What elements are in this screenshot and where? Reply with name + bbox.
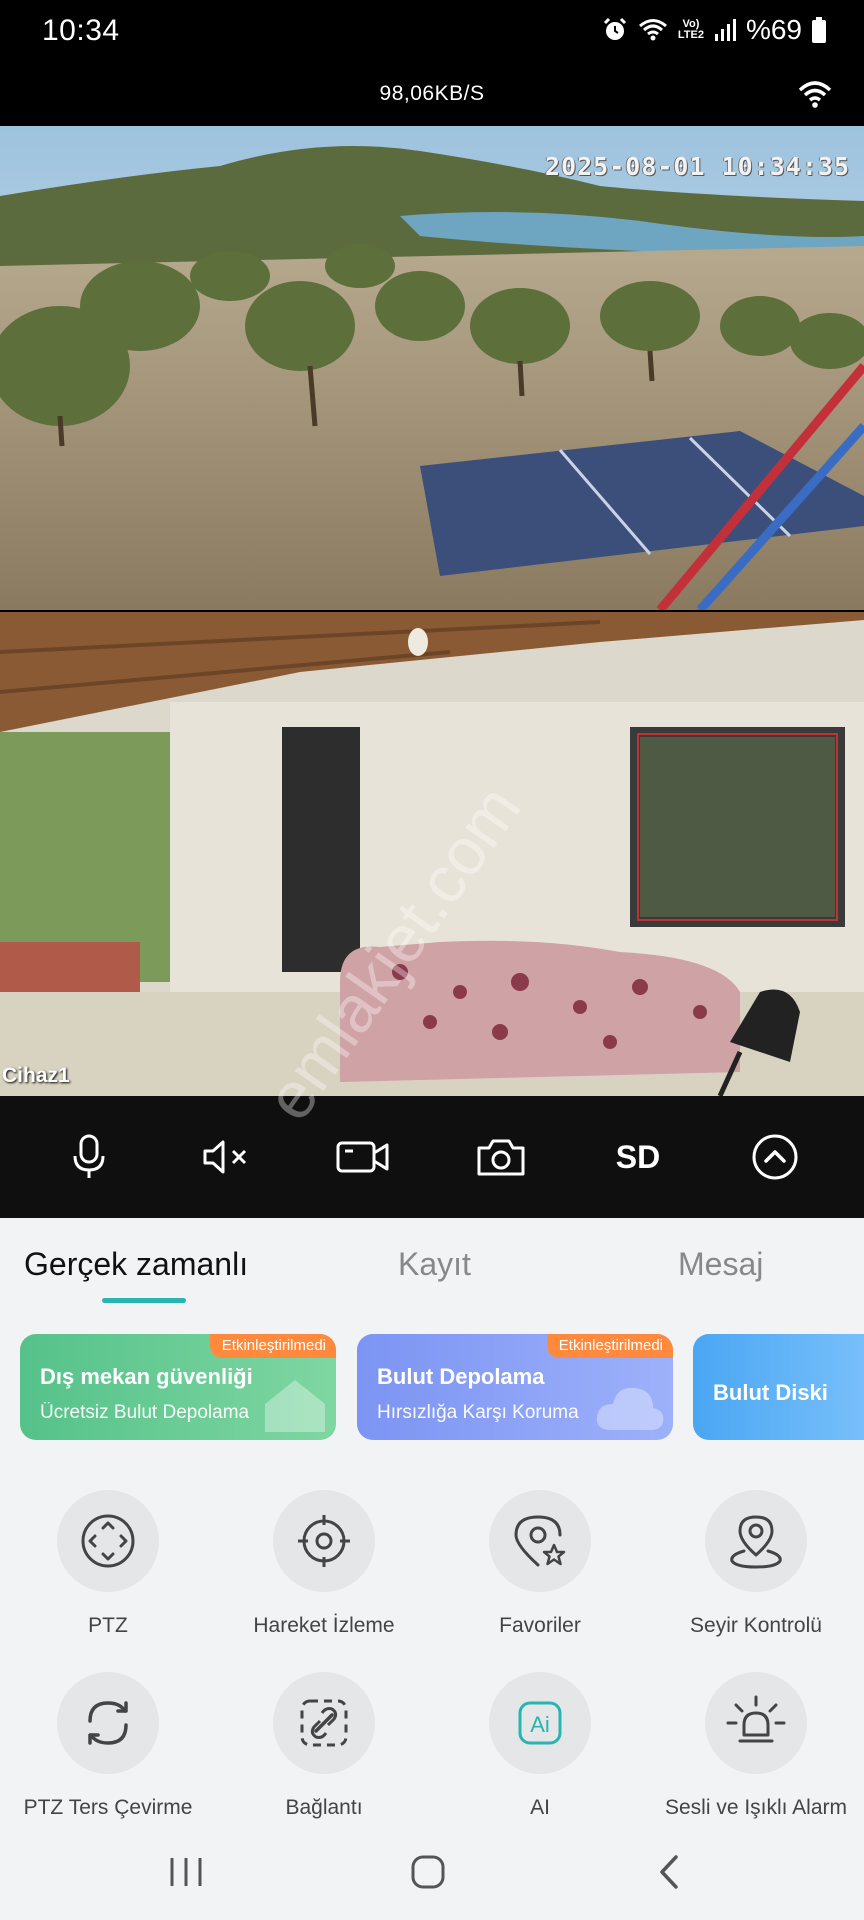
house-icon [265, 1380, 325, 1432]
home-icon [411, 1855, 445, 1889]
feature-ptz[interactable]: PTZ [0, 1490, 216, 1638]
stream-speed: 98,06KB/S [379, 82, 485, 105]
status-badge: Etkinleştirilmedi [546, 1334, 673, 1358]
feature-label: Seyir Kontrolü [690, 1614, 822, 1637]
network-type: Vo) LTE2 [677, 18, 704, 41]
location-star-icon [514, 1515, 566, 1567]
feature-label: Hareket İzleme [253, 1614, 395, 1637]
promo-subtitle: Ücretsiz Bulut Depolama [40, 1402, 250, 1423]
camera-feed-top[interactable]: 2025-08-01 10:34:35 [0, 126, 864, 610]
link-icon [300, 1699, 348, 1747]
ptz-icon [81, 1514, 135, 1568]
wifi-status-icon [638, 18, 668, 42]
snapshot-button[interactable] [461, 1117, 541, 1197]
promo-title: Bulut Depolama [377, 1364, 545, 1389]
promo-title: Bulut Diski [713, 1380, 828, 1405]
feature-panel: Gerçek zamanlı Kayıt Mesaj Etkinleştiril… [0, 1218, 864, 1820]
camera-feed-bottom[interactable]: Cihaz1 [0, 612, 864, 1096]
feature-label: PTZ Ters Çevirme [23, 1796, 193, 1819]
battery-percent: %69 [745, 14, 802, 45]
feature-label: AI [530, 1796, 550, 1819]
tab-recording[interactable]: Kayıt [398, 1246, 471, 1283]
back-icon [660, 1855, 678, 1889]
feature-cruise-control[interactable]: Seyir Kontrolü [648, 1490, 864, 1638]
feature-label: Favoriler [499, 1614, 581, 1637]
promo-title: Dış mekan güvenliği [40, 1364, 253, 1389]
tab-bar: Gerçek zamanlı Kayıt Mesaj [0, 1218, 864, 1304]
bulb-alarm-icon [726, 1695, 786, 1743]
feature-motion-tracking[interactable]: Hareket İzleme [216, 1490, 432, 1638]
feature-sound-light-alarm[interactable]: Sesli ve Işıklı Alarm [648, 1672, 864, 1820]
chevron-up-circle-icon [752, 1134, 798, 1180]
rotate-icon [88, 1701, 128, 1745]
expand-button[interactable] [735, 1117, 815, 1197]
svg-text:Ai: Ai [530, 1712, 550, 1737]
record-video-button[interactable] [323, 1117, 403, 1197]
status-icons: Vo) LTE2 %69 [602, 14, 826, 46]
recent-apps-button[interactable] [156, 1850, 216, 1894]
stream-info-bar: 98,06KB/S [0, 66, 864, 126]
speaker-mute-icon [203, 1140, 247, 1174]
promo-cards: Etkinleştirilmedi Dış mekan güvenliği Üc… [0, 1334, 864, 1440]
back-button[interactable] [640, 1850, 700, 1894]
promo-card-cloud-disk[interactable]: Bulut Diski [693, 1334, 864, 1440]
camera-timestamp: 2025-08-01 10:34:35 [545, 152, 850, 181]
microphone-button[interactable] [49, 1117, 129, 1197]
video-camera-icon [336, 1141, 389, 1173]
feature-ai[interactable]: Ai AI [432, 1672, 648, 1820]
feature-label: Sesli ve Işıklı Alarm [664, 1796, 848, 1819]
tab-realtime[interactable]: Gerçek zamanlı [24, 1246, 248, 1283]
mute-button[interactable] [186, 1117, 266, 1197]
promo-subtitle: Hırsızlığa Karşı Koruma [377, 1402, 579, 1423]
battery-icon [812, 17, 826, 43]
camera-icon [477, 1139, 525, 1176]
map-pin-icon [730, 1515, 782, 1569]
feature-favorites[interactable]: Favoriler [432, 1490, 648, 1638]
camera-wifi-icon [798, 80, 832, 113]
recent-apps-icon [170, 1858, 202, 1886]
device-label: Cihaz1 [2, 1064, 70, 1087]
status-badge: Etkinleştirilmedi [209, 1334, 336, 1358]
feature-label: Bağlantı [285, 1796, 363, 1819]
microphone-icon [73, 1134, 105, 1178]
signal-icon [714, 18, 736, 42]
playback-controls: SD [0, 1096, 864, 1218]
promo-card-cloud[interactable]: Etkinleştirilmedi Bulut Depolama Hırsızl… [357, 1334, 673, 1440]
quality-sd-button[interactable]: SD [598, 1117, 678, 1197]
crosshair-icon [298, 1515, 350, 1567]
home-button[interactable] [398, 1850, 458, 1894]
status-bar: 10:34 Vo) LTE2 %69 [0, 0, 864, 66]
alarm-icon [602, 17, 628, 43]
status-time: 10:34 [42, 14, 120, 47]
feature-connection[interactable]: Bağlantı [216, 1672, 432, 1820]
tab-indicator [102, 1298, 186, 1303]
tab-messages[interactable]: Mesaj [678, 1246, 763, 1283]
ai-icon: Ai [518, 1701, 562, 1745]
system-navigation-bar [0, 1820, 864, 1920]
feature-ptz-flip[interactable]: PTZ Ters Çevirme [0, 1672, 216, 1820]
promo-card-outdoor[interactable]: Etkinleştirilmedi Dış mekan güvenliği Üc… [20, 1334, 336, 1440]
cloud-upload-icon [596, 1387, 664, 1430]
feature-label: PTZ [88, 1614, 128, 1637]
